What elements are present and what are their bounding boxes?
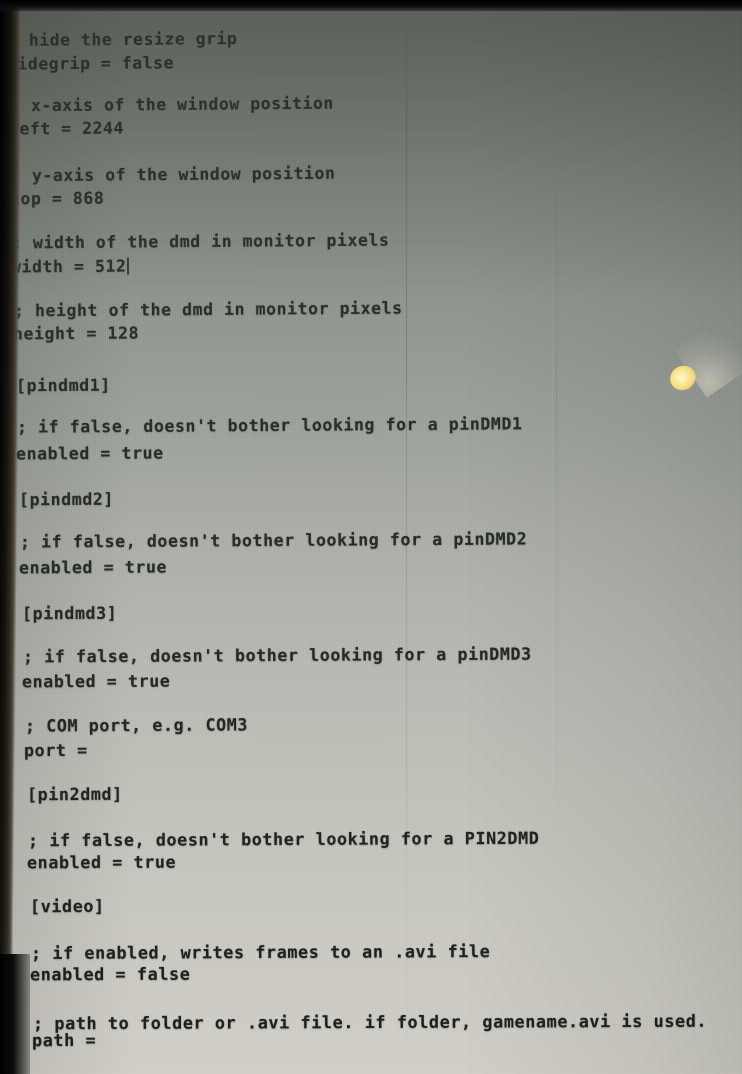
ini-line-setting[interactable]: enabled = false <box>30 964 190 985</box>
ini-line-section[interactable]: [video] <box>30 896 105 916</box>
ini-line-comment[interactable]: ; if false, doesn't bother looking for a… <box>17 414 523 436</box>
ini-line-comment[interactable]: ; hide the resize grip <box>8 29 238 50</box>
ini-line-setting[interactable]: height = 128 <box>13 324 139 344</box>
ini-line-comment[interactable]: ; height of the dmd in monitor pixels <box>14 299 403 321</box>
ini-line-setting[interactable]: enabled = true <box>22 671 170 692</box>
ini-line-setting[interactable]: hidegrip = false <box>7 53 174 73</box>
text-cursor <box>127 257 130 275</box>
ini-line-comment[interactable]: ; x-axis of the window position <box>10 94 334 116</box>
ini-line-comment[interactable]: ; COM port, e.g. COM3 <box>25 714 248 735</box>
ini-line-comment[interactable]: ; if false, doesn't bother looking for a… <box>20 529 527 551</box>
ini-line-setting[interactable]: left = 2244 <box>9 119 124 139</box>
ini-line-comment[interactable]: ; if false, doesn't bother looking for a… <box>23 644 532 667</box>
ini-line-comment[interactable]: ; if false, doesn't bother looking for a… <box>28 828 539 850</box>
monitor-bezel-bottom-left <box>0 954 30 1074</box>
ini-line-setting[interactable]: enabled = true <box>27 852 176 873</box>
ini-line-setting[interactable]: path = <box>32 1030 96 1050</box>
ini-line-setting[interactable]: width = 512 <box>11 257 130 276</box>
ini-line-comment[interactable]: ; if enabled, writes frames to an .avi f… <box>31 941 490 963</box>
ini-line-setting[interactable]: top = 868 <box>10 189 104 209</box>
ini-line-comment[interactable]: ; path to folder or .avi file. if folder… <box>33 1011 707 1034</box>
ini-line-section[interactable]: [pindmd3] <box>22 604 117 624</box>
ini-line-comment[interactable]: ; width of the dmd in monitor pixels <box>12 231 390 253</box>
ini-line-section[interactable]: [pin2dmd] <box>27 784 123 804</box>
ini-line-section[interactable]: [pindmd1] <box>16 376 111 396</box>
ini-line-setting[interactable]: enabled = true <box>19 558 167 578</box>
ini-line-section[interactable]: [pindmd2] <box>19 490 114 510</box>
screen-photo: ; hide the resize grip hidegrip = false ; … <box>0 0 742 1074</box>
ini-line-setting[interactable]: port = <box>24 740 88 760</box>
ini-line-comment[interactable]: ; y-axis of the window position <box>11 164 336 186</box>
monitor-bezel-top <box>0 0 742 11</box>
ini-line-setting[interactable]: enabled = true <box>16 444 164 464</box>
